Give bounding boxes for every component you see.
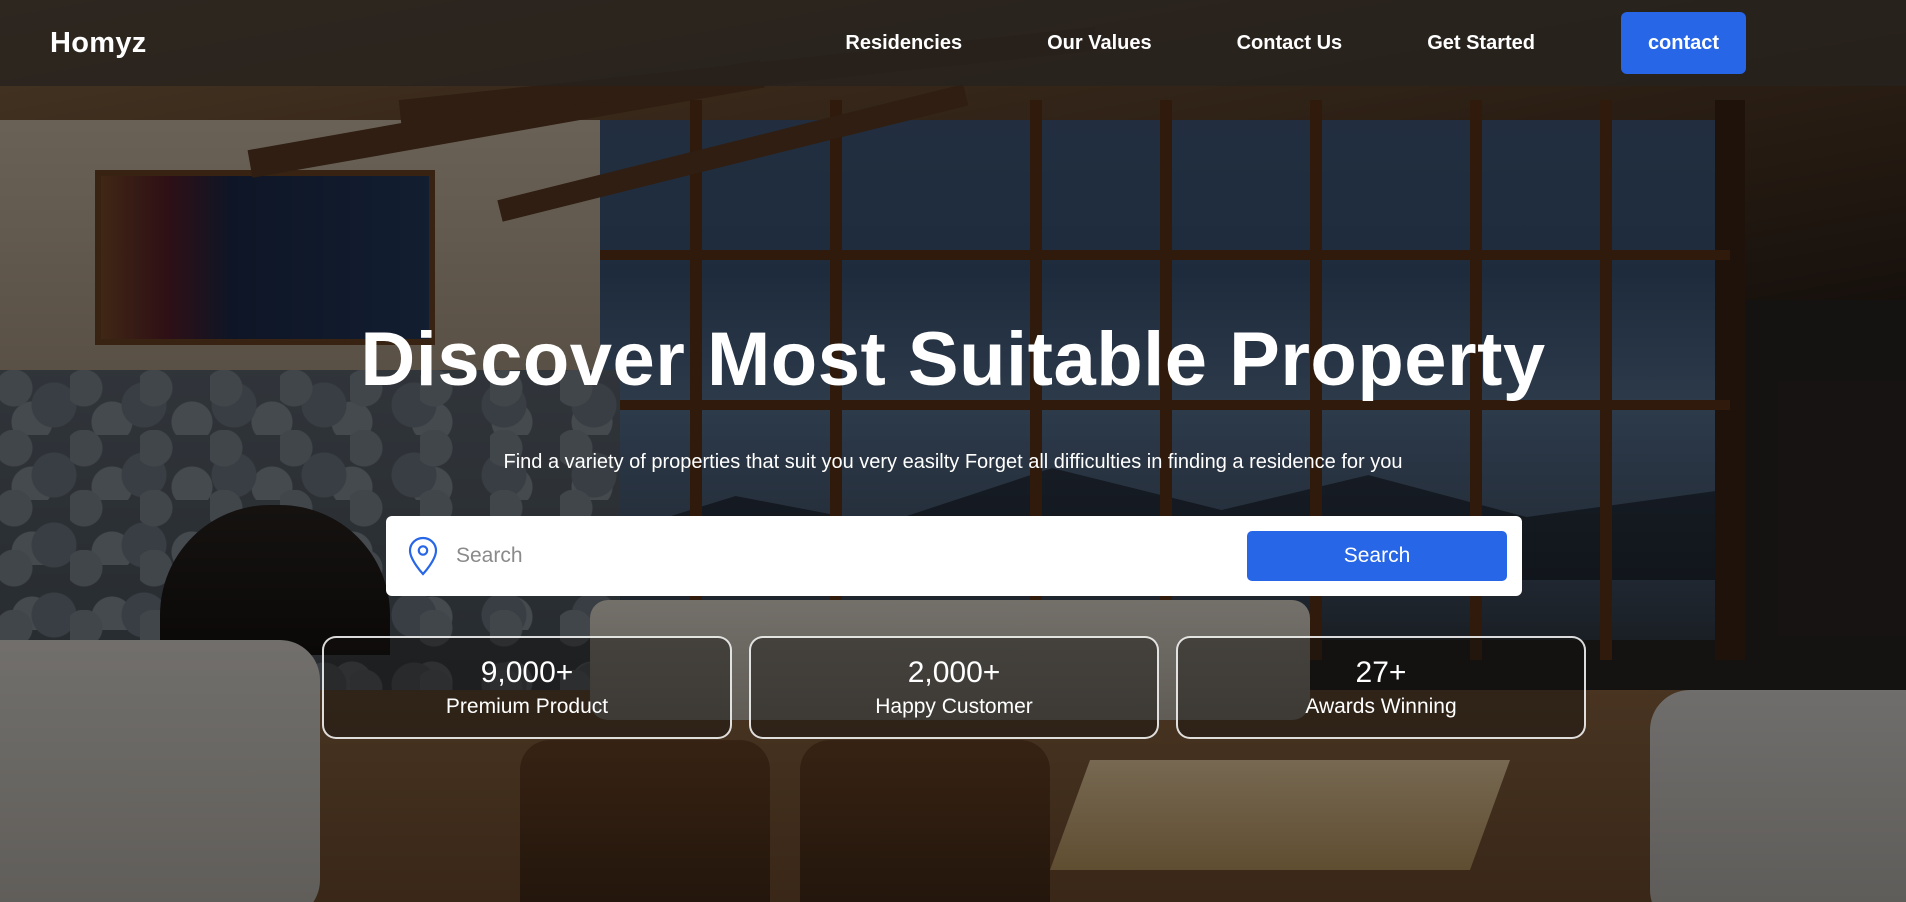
nav-link-residencies[interactable]: Residencies <box>845 32 962 55</box>
stat-value: 27+ <box>1355 656 1407 690</box>
stat-label: Happy Customer <box>875 694 1033 718</box>
contact-button[interactable]: contact <box>1621 12 1746 74</box>
stat-card-awards-winning: 27+ Awards Winning <box>1176 636 1586 739</box>
stats-row: 9,000+ Premium Product 2,000+ Happy Cust… <box>322 636 1586 739</box>
brand-logo[interactable]: Homyz <box>50 27 147 60</box>
nav-link-our-values[interactable]: Our Values <box>1047 32 1152 55</box>
site-header: Homyz Residencies Our Values Contact Us … <box>0 0 1906 86</box>
stat-value: 9,000+ <box>480 656 574 690</box>
search-input[interactable] <box>456 536 1247 576</box>
nav-link-contact-us[interactable]: Contact Us <box>1237 32 1343 55</box>
main-nav: Residencies Our Values Contact Us Get St… <box>845 32 1535 55</box>
property-search-bar: Search <box>386 516 1522 596</box>
hero-title: Discover Most Suitable Property <box>360 317 1546 402</box>
stat-card-premium-product: 9,000+ Premium Product <box>322 636 732 739</box>
nav-link-get-started[interactable]: Get Started <box>1427 32 1535 55</box>
stat-label: Premium Product <box>445 694 609 718</box>
stat-label: Awards Winning <box>1305 694 1457 718</box>
stat-value: 2,000+ <box>907 656 1001 690</box>
search-button[interactable]: Search <box>1247 531 1507 581</box>
map-pin-icon <box>406 535 440 577</box>
hero-subtitle: Find a variety of properties that suit y… <box>503 451 1403 473</box>
stat-card-happy-customer: 2,000+ Happy Customer <box>749 636 1159 739</box>
